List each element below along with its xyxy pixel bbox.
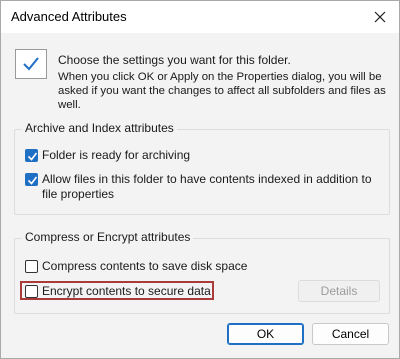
archiving-label[interactable]: Folder is ready for archiving: [42, 148, 190, 163]
apply-info-text: When you click OK or Apply on the Proper…: [58, 71, 386, 111]
indexing-label[interactable]: Allow files in this folder to have conte…: [42, 172, 382, 202]
window-title: Advanced Attributes: [11, 9, 127, 24]
close-icon: [374, 11, 386, 23]
title-bar: Advanced Attributes: [1, 1, 399, 33]
close-button[interactable]: [365, 3, 395, 31]
checkmark-icon: [27, 176, 38, 185]
advanced-attributes-dialog: Advanced Attributes Choose the settings …: [0, 0, 400, 359]
compress-checkbox[interactable]: [25, 260, 38, 273]
cancel-button[interactable]: Cancel: [312, 323, 389, 345]
archiving-checkbox[interactable]: [25, 149, 38, 162]
checkmark-icon: [27, 152, 38, 161]
folder-settings-icon: [15, 49, 47, 79]
archive-index-group: Archive and Index attributes Folder is r…: [14, 121, 390, 215]
ok-button[interactable]: OK: [227, 323, 304, 345]
group-title: Archive and Index attributes: [22, 121, 177, 135]
group-title: Compress or Encrypt attributes: [22, 230, 194, 244]
choose-settings-text: Choose the settings you want for this fo…: [58, 53, 291, 67]
compress-encrypt-group: Compress or Encrypt attributes Compress …: [14, 230, 390, 314]
checkmark-icon: [23, 57, 39, 71]
details-button[interactable]: Details: [298, 280, 380, 302]
compress-label[interactable]: Compress contents to save disk space: [42, 259, 247, 274]
indexing-checkbox[interactable]: [25, 173, 38, 186]
encrypt-highlight-box: [20, 281, 214, 300]
